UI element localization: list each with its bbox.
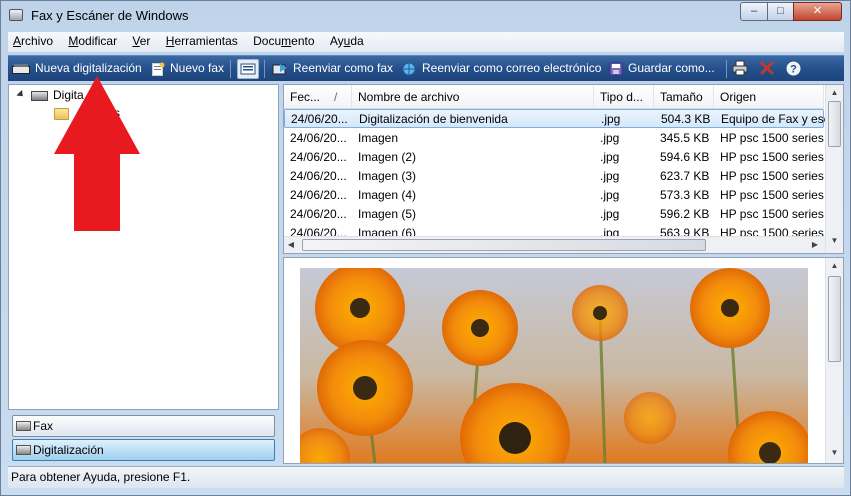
column-header-size[interactable]: Tamaño <box>654 85 714 109</box>
column-header-filename[interactable]: Nombre de archivo <box>352 85 594 109</box>
delete-icon <box>760 61 774 75</box>
app-window: Fax y Escáner de Windows – □ ✕ Archivo M… <box>0 0 851 496</box>
scroll-up-icon[interactable]: ▲ <box>826 88 843 97</box>
nav-fax-button[interactable]: Fax <box>12 415 275 437</box>
list-vertical-scrollbar[interactable]: ▲ ▼ <box>825 85 843 253</box>
print-icon <box>732 60 748 76</box>
preview-image <box>300 268 808 463</box>
scanner-icon <box>16 445 31 455</box>
new-fax-label: Nuevo fax <box>170 61 225 75</box>
save-as-button[interactable]: Guardar como... <box>609 60 715 78</box>
column-header-type[interactable]: Tipo d... <box>594 85 654 109</box>
image-preview: ▲ ▼ <box>283 257 844 464</box>
preview-vertical-scrollbar[interactable]: ▲ ▼ <box>825 258 843 463</box>
forward-email-label: Reenviar como correo electrónico <box>422 61 602 75</box>
toolbar-separator <box>264 60 265 78</box>
forward-fax-icon <box>272 63 287 75</box>
forward-fax-button[interactable]: Reenviar como fax <box>272 60 393 78</box>
menu-documento[interactable]: Documento <box>248 32 319 48</box>
scroll-thumb[interactable] <box>828 101 841 147</box>
fax-scanner-app-icon <box>9 9 23 21</box>
table-row[interactable]: 24/06/20... Imagen (3) .jpg 623.7 KB HP … <box>284 167 824 186</box>
menu-herramientas[interactable]: Herramientas <box>161 32 243 48</box>
delete-button[interactable] <box>759 60 775 78</box>
scroll-down-icon[interactable]: ▼ <box>826 236 843 245</box>
print-button[interactable] <box>732 60 748 78</box>
minimize-button[interactable]: – <box>740 2 768 21</box>
forward-email-button[interactable]: Reenviar como correo electrónico <box>401 60 601 78</box>
column-header-date[interactable]: Fec... / <box>284 85 352 109</box>
table-row[interactable]: 24/06/20... Imagen .jpg 345.5 KB HP psc … <box>284 129 824 148</box>
new-scan-label: Nueva digitalización <box>35 61 142 75</box>
scroll-thumb[interactable] <box>828 276 841 362</box>
column-header-origin[interactable]: Origen <box>714 85 824 109</box>
scanner-icon <box>12 63 30 74</box>
sort-indicator: / <box>334 90 338 104</box>
toolbar-separator <box>726 60 727 78</box>
svg-text:?: ? <box>790 64 797 76</box>
scroll-up-icon[interactable]: ▲ <box>826 261 843 270</box>
menu-bar: Archivo Modificar Ver Herramientas Docum… <box>8 32 844 52</box>
menu-ver[interactable]: Ver <box>127 32 155 48</box>
forward-email-icon <box>402 62 416 76</box>
maximize-button[interactable]: □ <box>767 2 794 21</box>
new-fax-icon <box>152 62 165 76</box>
scroll-right-icon[interactable]: ▶ <box>810 240 820 249</box>
view-toggle-button[interactable] <box>237 59 259 79</box>
nav-scan-button[interactable]: Digitalización <box>12 439 275 461</box>
list-horizontal-scrollbar[interactable]: ◀ ▶ <box>284 236 825 253</box>
new-fax-button[interactable]: Nuevo fax <box>151 60 224 78</box>
scroll-thumb[interactable] <box>302 239 706 251</box>
window-title: Fax y Escáner de Windows <box>31 8 189 23</box>
save-icon <box>609 62 623 76</box>
red-arrow-annotation <box>54 76 140 231</box>
nav-fax-label: Fax <box>33 419 54 433</box>
nav-scan-label: Digitalización <box>33 443 104 457</box>
scroll-left-icon[interactable]: ◀ <box>286 240 296 249</box>
fax-icon <box>16 421 31 431</box>
menu-modificar[interactable]: Modificar <box>63 32 122 48</box>
folder-tree: Digita nts <box>8 84 279 410</box>
table-row[interactable]: 24/06/20... Imagen (5) .jpg 596.2 KB HP … <box>284 205 824 224</box>
menu-ayuda[interactable]: Ayuda <box>325 32 369 48</box>
expand-arrow-icon[interactable] <box>16 89 26 100</box>
status-text: Para obtener Ayuda, presione F1. <box>11 470 191 484</box>
scanner-icon <box>31 90 48 101</box>
status-bar: Para obtener Ayuda, presione F1. <box>8 466 844 488</box>
title-bar[interactable]: Fax y Escáner de Windows – □ ✕ <box>1 1 850 31</box>
table-row[interactable]: 24/06/20... Imagen (4) .jpg 573.3 KB HP … <box>284 186 824 205</box>
table-row[interactable]: 24/06/20... Digitalización de bienvenida… <box>284 109 825 128</box>
table-row[interactable]: 24/06/20... Imagen (2) .jpg 594.6 KB HP … <box>284 148 824 167</box>
toolbar-separator <box>230 60 231 78</box>
help-button[interactable]: ? <box>785 60 802 78</box>
file-list: Fec... / Nombre de archivo Tipo d... Tama… <box>283 84 844 254</box>
help-icon: ? <box>785 60 802 77</box>
close-button[interactable]: ✕ <box>793 2 842 21</box>
menu-archivo[interactable]: Archivo <box>8 32 58 48</box>
forward-fax-label: Reenviar como fax <box>293 61 394 75</box>
view-toggle-icon <box>240 63 256 75</box>
save-as-label: Guardar como... <box>628 61 715 75</box>
scroll-down-icon[interactable]: ▼ <box>826 448 843 457</box>
